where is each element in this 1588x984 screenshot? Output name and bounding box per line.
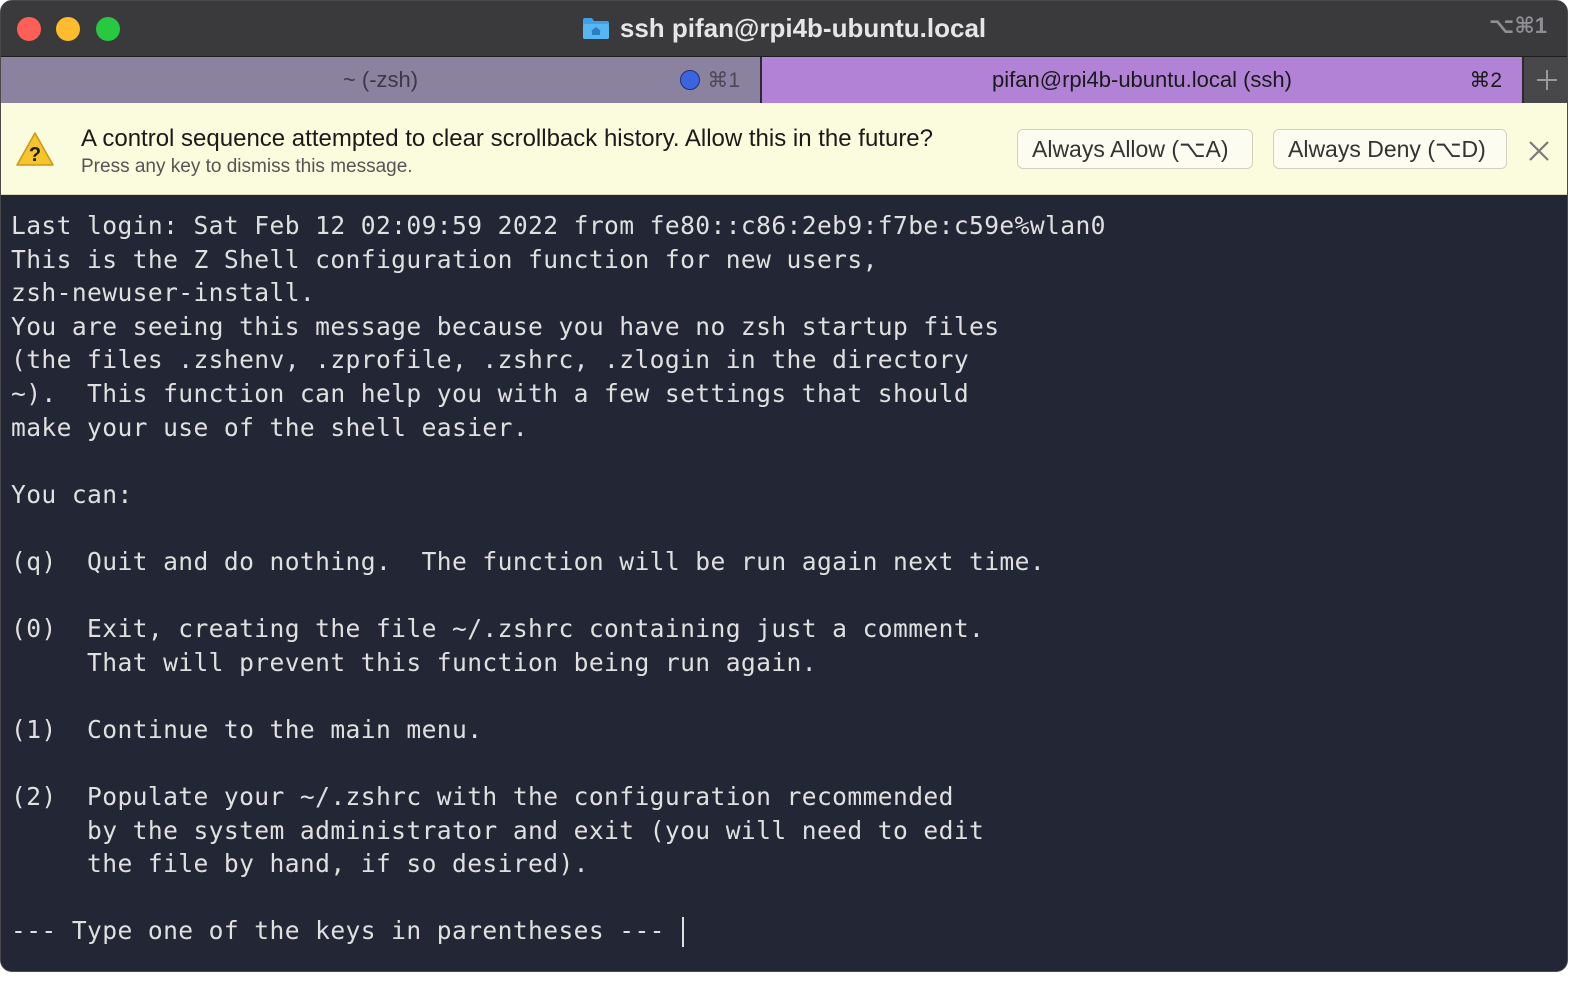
text-cursor [682, 917, 685, 948]
scrollback-warning-banner: ? A control sequence attempted to clear … [1, 103, 1567, 195]
tab-ssh-session[interactable]: pifan@rpi4b-ubuntu.local (ssh) ⌘2 [762, 57, 1522, 103]
plus-icon [1536, 70, 1557, 90]
tab-local-zsh[interactable]: ~ (-zsh) ⌘1 [1, 57, 760, 103]
terminal-line: by the system administrator and exit (yo… [11, 815, 985, 845]
banner-hint: Press any key to dismiss this message. [81, 156, 413, 177]
window-title-group: ssh pifan@rpi4b-ubuntu.local [1, 11, 1567, 45]
always-allow-button[interactable]: Always Allow (⌥A) [1017, 129, 1253, 169]
tab-shortcut: ⌘1 [707, 69, 740, 92]
terminal-line: (q) Quit and do nothing. The function wi… [11, 546, 1046, 576]
home-folder-icon [582, 16, 610, 40]
window-title: ssh pifan@rpi4b-ubuntu.local [619, 12, 987, 43]
terminal-line: the file by hand, if so desired). [11, 849, 589, 879]
terminal-line: (2) Populate your ~/.zshrc with the conf… [11, 782, 954, 812]
terminal-line: You can: [11, 479, 133, 509]
always-deny-button[interactable]: Always Deny (⌥D) [1273, 129, 1507, 169]
banner-message: A control sequence attempted to clear sc… [81, 125, 933, 152]
close-icon[interactable] [1525, 137, 1553, 165]
terminal-output[interactable]: Last login: Sat Feb 12 02:09:59 2022 fro… [1, 195, 1567, 971]
terminal-line: (the files .zshenv, .zprofile, .zshrc, .… [11, 345, 970, 375]
svg-text:?: ? [29, 144, 41, 166]
terminal-line: (0) Exit, creating the file ~/.zshrc con… [11, 614, 985, 644]
tab-bar: ~ (-zsh) ⌘1 pifan@rpi4b-ubuntu.local (ss… [1, 57, 1567, 103]
terminal-line: ~). This function can help you with a fe… [11, 378, 970, 408]
terminal-line: You are seeing this message because you … [11, 311, 1000, 341]
terminal-line: (1) Continue to the main menu. [11, 714, 483, 744]
tab-label: pifan@rpi4b-ubuntu.local (ssh) [992, 67, 1292, 92]
terminal-line: That will prevent this function being ru… [11, 647, 817, 677]
terminal-line: This is the Z Shell configuration functi… [11, 244, 878, 274]
terminal-window: ssh pifan@rpi4b-ubuntu.local ⌥⌘1 ~ (-zsh… [0, 0, 1568, 972]
new-tab-button[interactable] [1524, 57, 1567, 103]
window-shortcut: ⌥⌘1 [1489, 13, 1547, 38]
activity-indicator-icon [680, 70, 700, 90]
title-bar[interactable]: ssh pifan@rpi4b-ubuntu.local ⌥⌘1 [1, 1, 1567, 57]
warning-icon: ? [15, 131, 55, 167]
terminal-line: --- Type one of the keys in parentheses … [11, 914, 1567, 948]
terminal-line: Last login: Sat Feb 12 02:09:59 2022 fro… [11, 211, 1106, 240]
terminal-line: make your use of the shell easier. [11, 412, 529, 442]
tab-shortcut: ⌘2 [1469, 69, 1502, 92]
terminal-line: zsh-newuser-install. [11, 278, 316, 308]
tab-label: ~ (-zsh) [342, 67, 419, 92]
